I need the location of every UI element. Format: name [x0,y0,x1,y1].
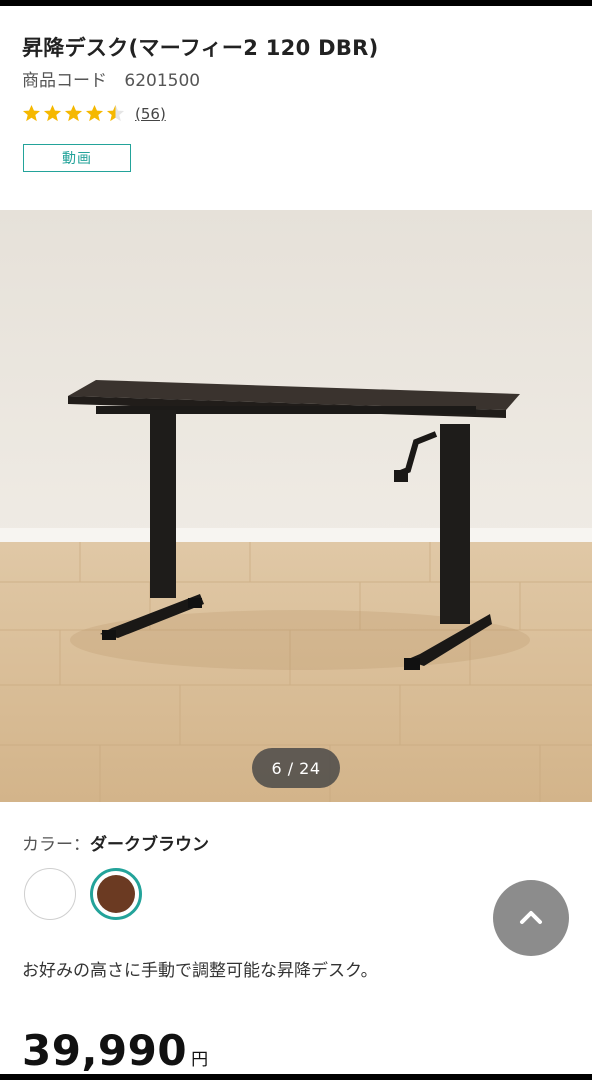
price: 39,990 円 [22,1026,208,1074]
selected-color-name: ダークブラウン [90,835,209,855]
rating-stars [22,104,125,123]
color-label: カラー： [22,835,90,855]
image-counter: 6 / 24 [252,748,340,788]
star-icon [85,104,104,122]
chevron-up-icon [520,911,542,924]
star-icon [64,104,83,122]
product-title: 昇降デスク(マーフィー2 120 DBR) [22,36,379,60]
color-swatch-dark-brown-fill [97,875,135,913]
scroll-to-top-button[interactable] [493,880,569,956]
review-count-link[interactable]: (56) [135,105,166,123]
star-icon [43,104,62,122]
star-half-icon [106,104,125,122]
color-swatch-dark-brown[interactable] [90,868,142,920]
color-swatch-white[interactable] [24,868,76,920]
desk-photo [0,210,592,802]
star-icon [22,104,41,122]
price-amount: 39,990 [22,1026,188,1074]
product-code-row: 商品コード 6201500 [22,66,200,91]
product-code-label: 商品コード [22,71,107,91]
product-page: 昇降デスク(マーフィー2 120 DBR) 商品コード 6201500 (56)… [0,6,592,1074]
product-description: お好みの高さに手動で調整可能な昇降デスク。 [22,961,378,981]
rating[interactable]: (56) [22,104,166,123]
product-image[interactable] [0,210,592,802]
color-label-row: カラー：ダークブラウン [22,830,209,855]
price-currency: 円 [191,1050,209,1070]
product-code: 6201500 [124,71,201,91]
video-button[interactable]: 動画 [23,144,131,172]
